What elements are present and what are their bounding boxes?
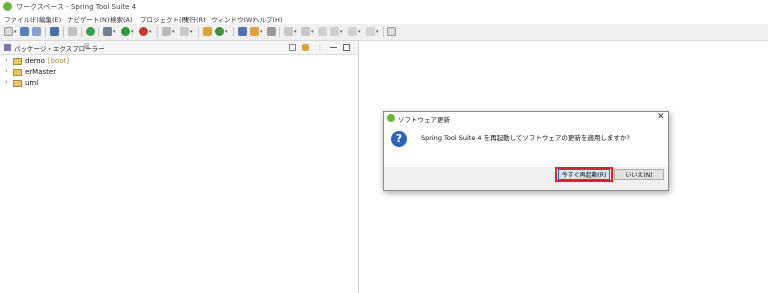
forward-dropdown-icon[interactable]: ▾ [358, 29, 361, 35]
open-perspective-icon[interactable] [387, 27, 396, 36]
close-view-icon[interactable]: ☒ [84, 43, 89, 50]
toolbar-separator [157, 27, 158, 37]
next-annotation-dropdown-icon[interactable]: ▾ [294, 29, 297, 35]
maximize-icon[interactable] [343, 44, 350, 51]
run-icon[interactable] [121, 27, 130, 36]
link-with-editor-icon[interactable] [302, 44, 309, 51]
comment-dropdown-icon[interactable]: ▾ [376, 29, 379, 35]
external-tools-dropdown-icon[interactable]: ▾ [149, 29, 152, 35]
skip-breakpoints-icon[interactable] [68, 27, 77, 36]
menu-navigate[interactable]: ナビゲート(N) [67, 14, 109, 24]
menu-bar: ファイル(F) 編集(E) ナビゲート(N) 検索(A) プロジェクト(P) 実… [0, 13, 768, 24]
project-tree: › demo [boot] › erMaster › uml [0, 56, 200, 89]
open-task-dropdown-icon[interactable]: ▾ [260, 29, 263, 35]
toolbar-separator [383, 27, 384, 37]
menu-project[interactable]: プロジェクト(P) [140, 14, 188, 24]
project-folder-icon [13, 69, 22, 76]
window-title: ワークスペース - Spring Tool Suite 4 [16, 3, 137, 11]
menu-run[interactable]: 実行(R) [183, 14, 206, 24]
forward-icon[interactable] [348, 27, 357, 36]
debug-icon[interactable] [103, 27, 112, 36]
main-toolbar: ▾ ▾ ▾ ▾ ▾ ▾ ▾ ▾ ▾ ▾ ▾ ▾ ▾ [0, 24, 768, 41]
menu-search[interactable]: 検索(A) [110, 14, 133, 24]
tree-item-uml[interactable]: › uml [0, 78, 200, 89]
project-folder-icon [13, 80, 22, 87]
tree-item-demo[interactable]: › demo [boot] [0, 56, 200, 67]
close-icon[interactable]: ✕ [657, 112, 665, 122]
minimize-icon[interactable] [330, 47, 337, 52]
new-dropdown-icon[interactable]: ▾ [14, 29, 17, 35]
question-icon: ? [391, 131, 407, 147]
toolbar-separator [98, 27, 99, 37]
back-icon[interactable] [330, 27, 339, 36]
profile-dropdown-icon[interactable]: ▾ [190, 29, 193, 35]
previous-annotation-dropdown-icon[interactable]: ▾ [311, 29, 314, 35]
toolbar-separator [63, 27, 64, 37]
no-button[interactable]: いいえ(N) [614, 169, 664, 180]
new-icon[interactable] [4, 27, 13, 36]
profile-icon[interactable] [180, 27, 189, 36]
terminal-icon[interactable] [50, 27, 59, 36]
dialog-body: ? Spring Tool Suite 4 を再起動してソフトウェアの更新を適用… [384, 125, 668, 167]
new-java-package-icon[interactable] [203, 27, 212, 36]
run-dropdown-icon[interactable]: ▾ [131, 29, 134, 35]
spring-logo-icon [3, 2, 12, 11]
package-explorer-title[interactable]: パッケージ・エクスプローラー [14, 43, 105, 53]
previous-annotation-icon[interactable] [301, 27, 310, 36]
toolbar-separator [81, 27, 82, 37]
open-task-icon[interactable] [250, 27, 259, 36]
tree-item-label: uml [25, 79, 39, 87]
tree-item-ermaster[interactable]: › erMaster [0, 67, 200, 78]
view-menu-icon[interactable]: ⋮ [317, 44, 324, 51]
chevron-right-icon[interactable]: › [5, 67, 8, 75]
menu-file[interactable]: ファイル(F) [4, 14, 39, 24]
dialog-footer: 今すぐ再起動(R) いいえ(N) [384, 167, 668, 190]
comment-icon[interactable] [366, 27, 375, 36]
pin-icon[interactable] [267, 27, 276, 36]
collapse-all-icon[interactable] [289, 44, 296, 51]
debug-dropdown-icon[interactable]: ▾ [113, 29, 116, 35]
new-java-class-dropdown-icon[interactable]: ▾ [225, 29, 228, 35]
save-icon[interactable] [20, 27, 29, 36]
dialog-message: Spring Tool Suite 4 を再起動してソフトウェアの更新を適用しま… [421, 134, 630, 142]
tree-item-label: demo [25, 57, 45, 65]
boot-dashboard-icon[interactable] [86, 27, 95, 36]
tree-item-label: erMaster [25, 68, 57, 76]
menu-edit[interactable]: 編集(E) [39, 14, 61, 24]
project-folder-icon [13, 58, 22, 65]
package-explorer-view: パッケージ・エクスプローラー ☒ ⋮ › demo [boot] › erMast… [0, 41, 359, 293]
spring-logo-icon [387, 114, 395, 122]
next-annotation-icon[interactable] [284, 27, 293, 36]
save-all-icon[interactable] [32, 27, 41, 36]
chevron-right-icon[interactable]: › [5, 78, 8, 86]
toolbar-separator [45, 27, 46, 37]
package-explorer-header: パッケージ・エクスプローラー ☒ ⋮ [0, 41, 358, 55]
menu-window[interactable]: ウィンドウ(W) [211, 14, 255, 24]
coverage-dropdown-icon[interactable]: ▾ [172, 29, 175, 35]
package-explorer-icon [4, 44, 11, 51]
coverage-icon[interactable] [162, 27, 171, 36]
dialog-titlebar: ソフトウェア更新 ✕ [384, 112, 668, 125]
dialog-title: ソフトウェア更新 [398, 116, 450, 124]
tree-item-decoration: [boot] [47, 57, 70, 65]
toolbar-separator [198, 27, 199, 37]
back-dropdown-icon[interactable]: ▾ [340, 29, 343, 35]
highlight-box [555, 167, 613, 182]
chevron-right-icon[interactable]: › [5, 56, 8, 64]
toolbar-separator [233, 27, 234, 37]
software-update-dialog: ソフトウェア更新 ✕ ? Spring Tool Suite 4 を再起動してソ… [383, 111, 669, 191]
menu-help[interactable]: ヘルプ(H) [253, 14, 282, 24]
last-edit-location-icon[interactable] [318, 27, 327, 36]
new-java-class-icon[interactable] [215, 27, 224, 36]
external-tools-icon[interactable] [139, 27, 148, 36]
window-titlebar: ワークスペース - Spring Tool Suite 4 [0, 0, 768, 13]
toolbar-separator [279, 27, 280, 37]
open-type-icon[interactable] [238, 27, 247, 36]
